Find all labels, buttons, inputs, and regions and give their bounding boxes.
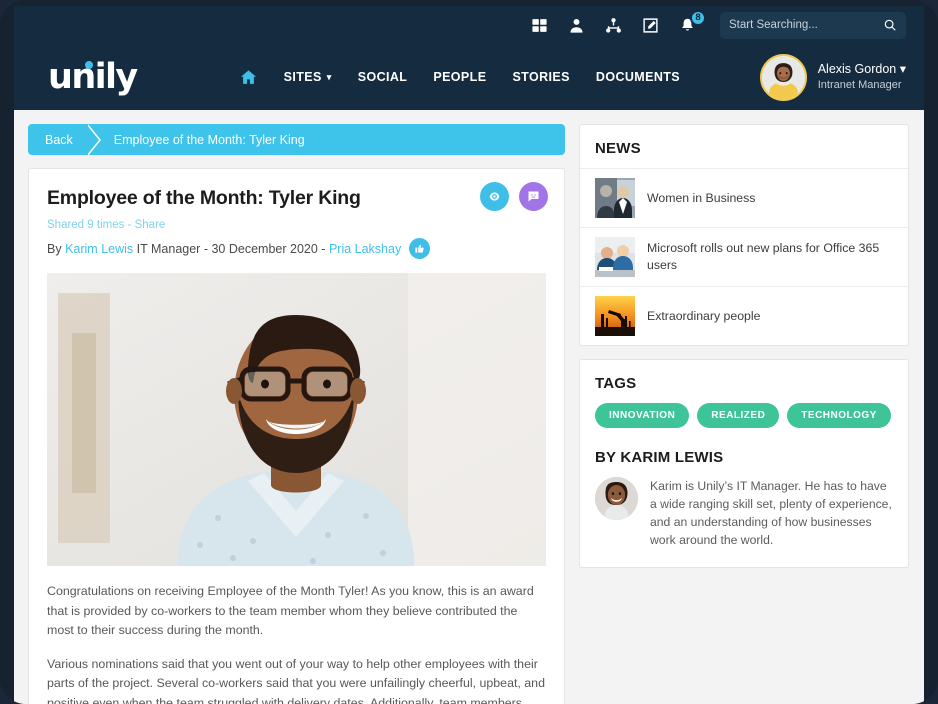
news-item-title: Extraordinary people: [647, 308, 761, 323]
share-separator: -: [127, 219, 132, 231]
article-actions: [480, 182, 548, 211]
tags-heading: TAGS: [595, 375, 637, 392]
user-chevron-down-icon: ▾: [899, 62, 906, 77]
list-item[interactable]: Women in Business: [580, 168, 908, 227]
two-businesswomen-thumb-icon: [595, 178, 635, 218]
news-panel: NEWS Women in Business Microsoft rolls o…: [579, 124, 909, 346]
article-header: Employee of the Month: Tyler King Shared…: [29, 169, 564, 566]
author-avatar: [595, 477, 638, 520]
sidebar: NEWS Women in Business Microsoft rolls o…: [579, 124, 909, 704]
list-item[interactable]: Extraordinary people: [580, 286, 908, 345]
article-paragraph: Various nominations said that you went o…: [47, 656, 545, 704]
search-icon[interactable]: [883, 18, 897, 32]
list-item[interactable]: Microsoft rolls out new plans for Office…: [580, 227, 908, 286]
page-body: Back Employee of the Month: Tyler King E…: [14, 110, 924, 704]
main-column: Back Employee of the Month: Tyler King E…: [28, 124, 565, 704]
chevron-down-icon: ▾: [326, 71, 332, 82]
author-bio-block: Karim is Unily’s IT Manager. He has to h…: [580, 477, 908, 567]
tag-chip[interactable]: TECHNOLOGY: [787, 403, 891, 428]
thumbs-up-icon[interactable]: [409, 238, 431, 259]
byline-author-link[interactable]: Karim Lewis: [65, 242, 133, 256]
article-paragraph: Congratulations on receiving Employee of…: [47, 584, 534, 638]
tags-and-author-panel: TAGS INNOVATION REALIZED TECHNOLOGY BY K…: [579, 359, 909, 569]
byline: By Karim Lewis IT Manager - 30 December …: [47, 238, 546, 259]
user-role: Intranet Manager: [817, 79, 902, 92]
nav-item-documents[interactable]: DOCUMENTS: [596, 70, 680, 84]
device-frame: 8 unily SITES ▾ SOCIAL PEOPLE STORIES DO: [0, 0, 938, 704]
comment-button[interactable]: [519, 182, 548, 211]
main-navigation: unily SITES ▾ SOCIAL PEOPLE STORIES DOCU…: [14, 44, 924, 110]
person-icon[interactable]: [568, 17, 585, 34]
utility-bar: 8: [14, 6, 924, 44]
share-line: Shared 9 times - Share: [47, 219, 546, 231]
user-profile-menu[interactable]: Alexis Gordon ▾ Intranet Manager: [759, 53, 906, 101]
search-box[interactable]: [720, 11, 906, 39]
nav-item-sites[interactable]: SITES ▾: [284, 70, 332, 84]
sitemap-icon[interactable]: [605, 17, 622, 34]
apps-grid-icon[interactable]: [531, 17, 548, 34]
notification-badge: 8: [690, 9, 706, 26]
tags-list: INNOVATION REALIZED TECHNOLOGY: [580, 403, 908, 445]
breadcrumb: Back Employee of the Month: Tyler King: [28, 124, 565, 155]
author-bio-text: Karim is Unily’s IT Manager. He has to h…: [650, 479, 892, 548]
people-at-desk-thumb-icon: [595, 237, 635, 277]
nav-links: SITES ▾ SOCIAL PEOPLE STORIES DOCUMENTS: [239, 68, 680, 87]
byline-second-person-link[interactable]: Pria Lakshay: [329, 242, 401, 256]
nav-item-social[interactable]: SOCIAL: [358, 70, 408, 84]
logo-dot-icon: [85, 60, 93, 69]
author-heading: BY KARIM LEWIS: [595, 449, 724, 466]
oil-pump-sunset-thumb-icon: [595, 296, 635, 336]
nav-item-home[interactable]: [239, 68, 258, 87]
byline-dash-2: -: [321, 241, 326, 256]
nav-item-stories[interactable]: STORIES: [512, 70, 569, 84]
nav-item-people[interactable]: PEOPLE: [433, 70, 486, 84]
nav-item-sites-label: SITES: [283, 70, 322, 84]
shared-count: Shared 9 times: [47, 219, 125, 231]
tag-chip[interactable]: INNOVATION: [595, 403, 690, 428]
avatar: [759, 53, 807, 101]
user-profile-text: Alexis Gordon ▾ Intranet Manager: [818, 61, 906, 93]
share-link[interactable]: Share: [135, 219, 166, 231]
follow-button[interactable]: [480, 182, 509, 211]
news-heading: NEWS: [595, 140, 641, 157]
byline-prefix: By: [47, 241, 62, 256]
tag-chip[interactable]: REALIZED: [697, 403, 780, 428]
search-input[interactable]: [729, 19, 883, 31]
article-body: Congratulations on receiving Employee of…: [29, 566, 564, 704]
breadcrumb-back-button[interactable]: Back: [28, 133, 90, 147]
byline-dash-1: -: [203, 241, 208, 256]
news-item-title: Microsoft rolls out new plans for Office…: [647, 241, 880, 272]
compose-icon[interactable]: [642, 17, 659, 34]
bell-icon[interactable]: 8: [679, 9, 706, 34]
page-title: Employee of the Month: Tyler King: [47, 187, 361, 209]
breadcrumb-current[interactable]: Employee of the Month: Tyler King: [101, 133, 305, 147]
browser-viewport: 8 unily SITES ▾ SOCIAL PEOPLE STORIES DO: [14, 6, 924, 704]
news-item-title: Women in Business: [647, 190, 756, 205]
article-card: Employee of the Month: Tyler King Shared…: [28, 168, 565, 704]
user-name-label: Alexis Gordon: [817, 62, 897, 77]
user-name: Alexis Gordon ▾: [818, 61, 906, 78]
article-hero-image: [47, 273, 546, 566]
unily-logo[interactable]: unily: [48, 59, 138, 95]
byline-date: 30 December 2020: [211, 241, 318, 256]
byline-role: IT Manager: [136, 241, 201, 256]
